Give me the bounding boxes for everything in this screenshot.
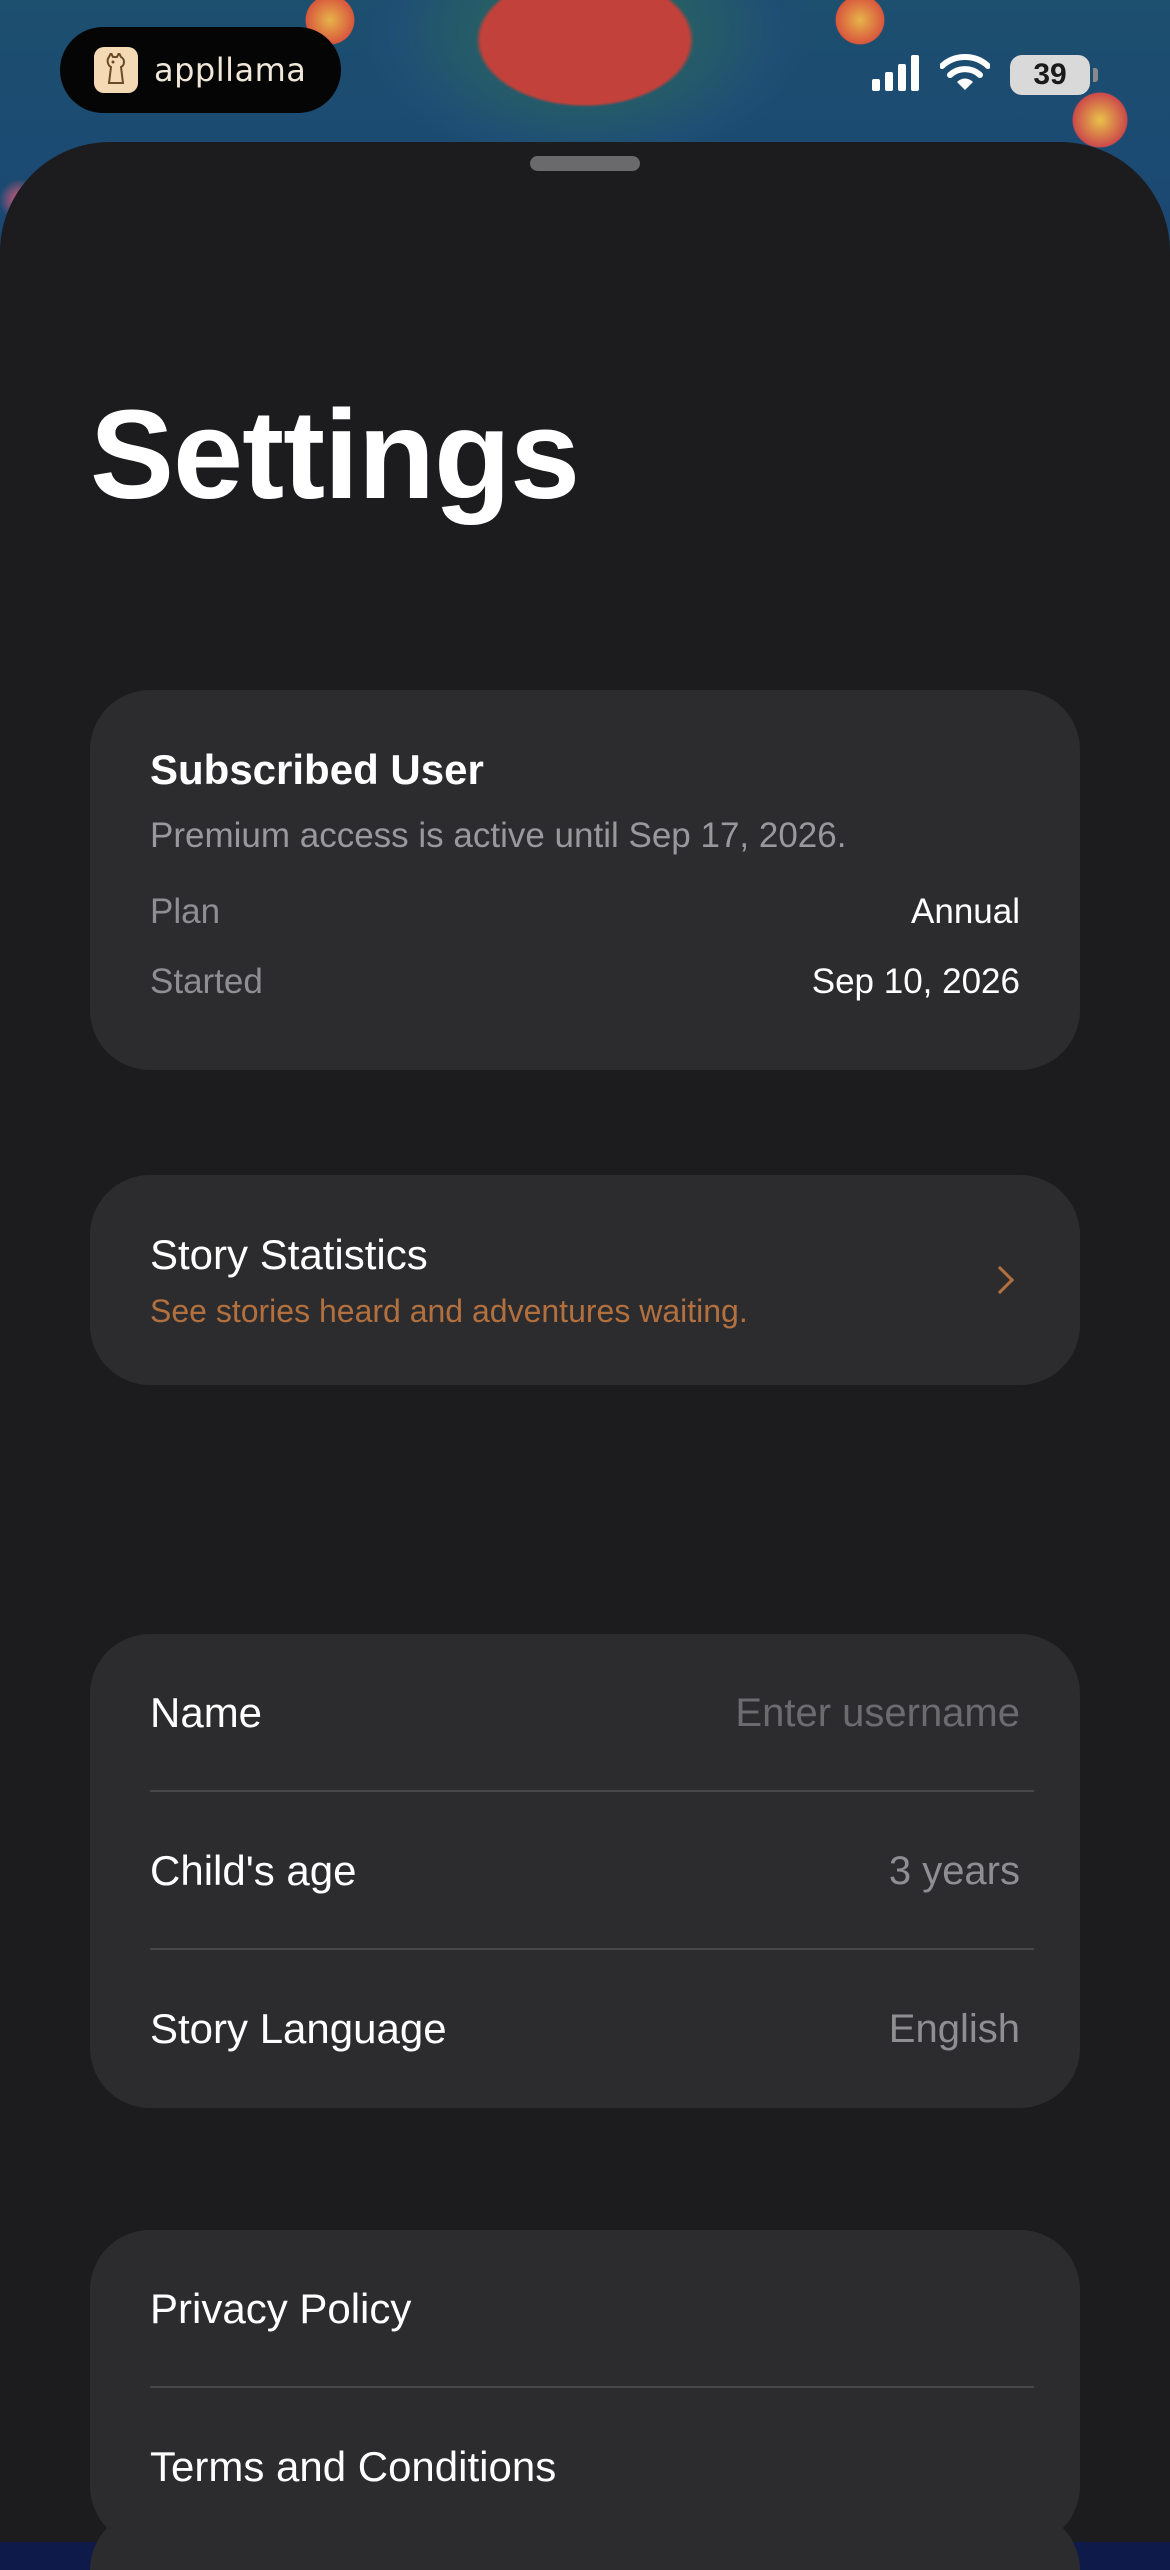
app-name-label: appllama (154, 51, 307, 89)
name-row[interactable]: Name (90, 1634, 1080, 1792)
page-title: Settings (90, 384, 580, 525)
child-age-label: Child's age (150, 1847, 357, 1894)
username-input[interactable] (600, 1690, 1020, 1736)
subscription-title: Subscribed User (150, 746, 484, 793)
story-statistics-button[interactable]: Story Statistics See stories heard and a… (90, 1175, 1080, 1385)
llama-logo-icon (94, 47, 138, 93)
plan-label: Plan (150, 892, 221, 931)
child-age-value: 3 years (888, 1848, 1020, 1893)
wifi-icon (939, 53, 991, 97)
story-language-value: English (888, 2006, 1020, 2051)
story-statistics-text: Story Statistics See stories heard and a… (150, 1231, 748, 1330)
next-section-card (90, 2510, 1080, 2570)
story-statistics-title: Story Statistics (150, 1230, 428, 1278)
story-language-row[interactable]: Story Language English (90, 1950, 1080, 2108)
battery-level: 39 (1033, 58, 1067, 91)
plan-row: Plan Annual (150, 892, 1020, 932)
app-indicator-pill[interactable]: appllama (60, 27, 341, 113)
plan-value: Annual (911, 892, 1020, 931)
story-statistics-description: See stories heard and adventures waiting… (150, 1292, 748, 1329)
started-row: Started Sep 10, 2026 (150, 962, 1020, 1002)
status-bar-right: 39 (872, 50, 1098, 100)
profile-settings-group: Name Child's age 3 years Story Language … (90, 1634, 1080, 2108)
name-label: Name (150, 1689, 263, 1736)
story-language-label: Story Language (150, 2005, 447, 2052)
terms-and-conditions-label: Terms and Conditions (150, 2443, 557, 2490)
cellular-signal-icon (872, 54, 920, 96)
started-label: Started (150, 962, 263, 1001)
subscription-card: Subscribed User Premium access is active… (90, 690, 1080, 1070)
settings-sheet: Settings Subscribed User Premium access … (0, 142, 1170, 2546)
battery-icon: 39 (1010, 55, 1098, 95)
privacy-policy-label: Privacy Policy (150, 2285, 412, 2332)
child-age-row[interactable]: Child's age 3 years (90, 1792, 1080, 1950)
chevron-right-icon (985, 1265, 1015, 1295)
started-value: Sep 10, 2026 (811, 962, 1020, 1001)
privacy-policy-link[interactable]: Privacy Policy (90, 2230, 1080, 2388)
sheet-grabber[interactable] (530, 156, 640, 171)
subscription-description: Premium access is active until Sep 17, 2… (150, 816, 847, 855)
legal-group: Privacy Policy Terms and Conditions (90, 2230, 1080, 2546)
